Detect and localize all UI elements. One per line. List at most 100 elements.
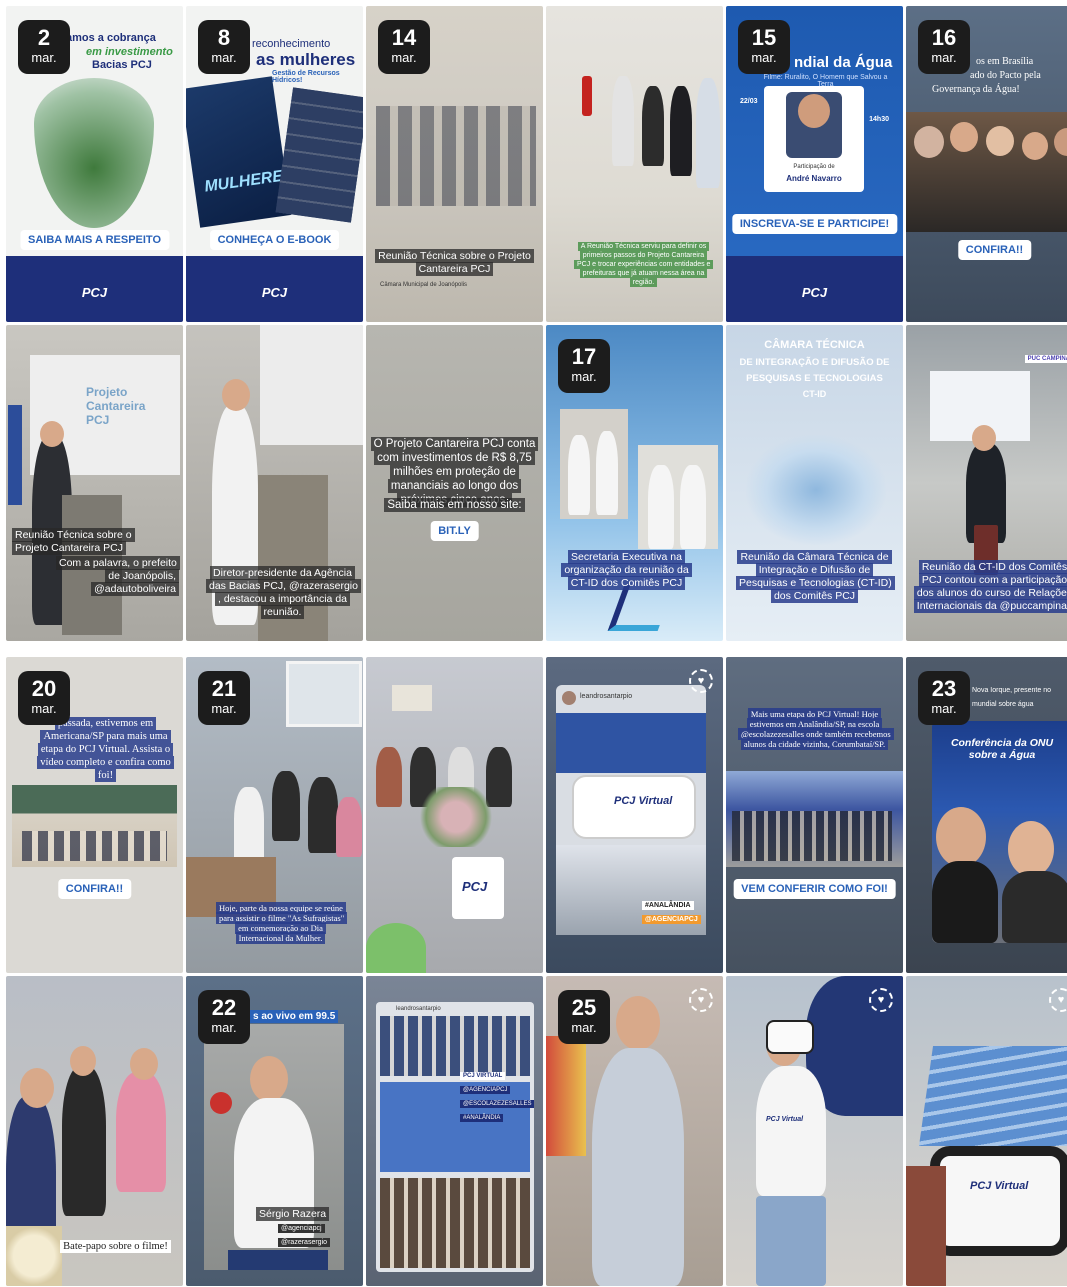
story-subtitle: em investimento	[86, 46, 173, 58]
story-tile-6[interactable]: 16 mar. os em Brasília ado do Pacto pela …	[906, 6, 1067, 322]
confira-button[interactable]: CONFIRA!!	[957, 240, 1032, 260]
bitly-link-button[interactable]: BIT.LY	[430, 521, 479, 541]
mention-tag: @AGENCIAPCJ	[642, 915, 701, 924]
date-badge: 23 mar.	[918, 671, 970, 725]
story-tile-22[interactable]: 25 mar. ♥	[546, 976, 723, 1286]
person-figure	[592, 1048, 684, 1286]
story-caption: passada, estivemos em Americana/SP para …	[34, 717, 177, 782]
story-caption: Reunião da CT-ID dos Comitês PCJ contou …	[912, 560, 1067, 613]
story-tile-8[interactable]: Diretor-presidente da Agência das Bacias…	[186, 325, 363, 641]
hashtag-tag: PCJ VIRTUAL	[460, 1072, 506, 1080]
person-figure	[756, 1066, 826, 1196]
story-tile-7[interactable]: Projeto Cantareira PCJ Reunião Técnica s…	[6, 325, 183, 641]
photo-strip	[380, 1178, 530, 1268]
conheca-ebook-button[interactable]: CONHEÇA O E-BOOK	[209, 230, 340, 250]
fire-extinguisher	[582, 76, 592, 116]
story-tile-13[interactable]: 20 mar. passada, estivemos em Americana/S…	[6, 657, 183, 973]
heart-icon[interactable]: ♥	[689, 988, 713, 1012]
meeting-room-photo	[376, 106, 536, 206]
guest-label: Participação de	[793, 164, 835, 170]
story-tile-17[interactable]: Mais uma etapa do PCJ Virtual! Hoje esti…	[726, 657, 903, 973]
footer-band: PCJ	[186, 256, 363, 322]
photo-frame-2	[638, 445, 718, 549]
date-badge: 16 mar.	[918, 20, 970, 74]
photo-strip	[380, 1082, 530, 1172]
guest-name: André Navarro	[786, 174, 842, 183]
heart-icon[interactable]: ♥	[689, 669, 713, 693]
vem-conferir-button[interactable]: VEM CONFERIR COMO FOI!	[733, 879, 896, 899]
story-tile-16[interactable]: ♥ leandrosantarpio PCJ Virtual #ANALÂNDI…	[546, 657, 723, 973]
pcj-mark	[607, 585, 675, 631]
story-tile-21[interactable]: leandrosantarpio PCJ VIRTUAL @AGENCIAPCJ…	[366, 976, 543, 1286]
stories-grid-top: 2 mar. amos a cobrança em investimento Ba…	[6, 6, 1067, 641]
heart-icon[interactable]: ♥	[1049, 988, 1067, 1012]
date-badge: 20 mar.	[18, 671, 70, 725]
flag	[8, 405, 22, 505]
story-tile-2[interactable]: 8 mar. reconhecimento as mulheres Gestão …	[186, 6, 363, 322]
story-tile-19[interactable]: Bate-papo sobre o filme!	[6, 976, 183, 1286]
water-splash-image	[746, 435, 886, 545]
story-text: O Projeto Cantareira PCJ conta com inves…	[370, 437, 539, 507]
heart-icon[interactable]: ♥	[869, 988, 893, 1012]
person-figure	[670, 86, 692, 176]
ebook-back-cover	[275, 87, 363, 223]
story-tile-15[interactable]: PCJ	[366, 657, 543, 973]
story-tile-4[interactable]: A Reunião Técnica serviu para definir os…	[546, 6, 723, 322]
saiba-mais-button[interactable]: SAIBA MAIS A RESPEITO	[19, 230, 170, 250]
story-tile-23[interactable]: ♥ PCJ Virtual	[726, 976, 903, 1286]
story-tile-10[interactable]: 17 mar. Secretaria Executiva na organizaç…	[546, 325, 723, 641]
person-figure	[612, 76, 634, 166]
group-photo	[726, 771, 903, 867]
story-tile-24[interactable]: ♥ PCJ Virtual	[906, 976, 1067, 1286]
story-title: Nova Iorque, presente no	[972, 687, 1051, 694]
story-tile-18[interactable]: 23 mar. Nova Iorque, presente no mundial …	[906, 657, 1067, 973]
projection-screen	[260, 325, 363, 445]
window-ac-unit	[392, 685, 432, 711]
story-tile-11[interactable]: CÂMARA TÉCNICA DE INTEGRAÇÃO E DIFUSÃO D…	[726, 325, 903, 641]
location-caption: Câmara Municipal de Joanópolis	[380, 282, 468, 288]
story-caption: Mais uma etapa do PCJ Virtual! Hoje esti…	[738, 708, 894, 750]
vr-headset	[766, 1020, 814, 1054]
story-title: amos a cobrança	[66, 32, 156, 44]
story-tile-3[interactable]: 14 mar. Reunião Técnica sobre o Projeto C…	[366, 6, 543, 322]
story-tile-1[interactable]: 2 mar. amos a cobrança em investimento Ba…	[6, 6, 183, 322]
hashtag-tag: #ANALÂNDIA	[642, 901, 694, 910]
mention-tag: @ESCOLAZEZESALLES	[460, 1100, 535, 1108]
story-tile-12[interactable]: PUC CAMPINAS Reunião da CT-ID dos Comitê…	[906, 325, 1067, 641]
pcj-logo: PCJ	[81, 285, 108, 300]
vr-headset: PCJ Virtual	[572, 775, 696, 839]
window	[286, 661, 362, 727]
person-figure	[642, 86, 664, 166]
story-caption: Bate-papo sobre o filme!	[56, 1240, 175, 1253]
story-title: os em Brasília	[976, 56, 1034, 67]
story-caption-2: Com a palavra, o prefeito de Joanópolis,…	[56, 556, 180, 596]
story-tile-9[interactable]: O Projeto Cantareira PCJ conta com inves…	[366, 325, 543, 641]
story-caption: Reunião da Câmara Técnica de Integração …	[736, 550, 895, 603]
story-tile-5[interactable]: 15 mar. ndial da Água Filme: Ruralito, O …	[726, 6, 903, 322]
water-drop-image	[34, 78, 154, 228]
date-badge: 8 mar.	[198, 20, 250, 74]
embedded-post: leandrosantarpio	[376, 1002, 534, 1272]
audience-figure	[336, 797, 362, 857]
confira-button[interactable]: CONFIRA!!	[57, 879, 132, 899]
banner-line-3: PESQUISAS E TECNOLOGIAS	[746, 373, 883, 384]
date-badge: 14 mar.	[378, 20, 430, 74]
photo-strip	[380, 1016, 530, 1076]
photo-frame-1	[560, 409, 628, 519]
mention-tag: @agenciapcj	[278, 1224, 325, 1233]
banner-line-2: DE INTEGRAÇÃO E DIFUSÃO DE	[739, 357, 890, 368]
date-badge: 2 mar.	[18, 20, 70, 74]
avatar	[562, 691, 576, 705]
story-tile-14[interactable]: 21 mar. Hoje, parte da nossa equipe se re…	[186, 657, 363, 973]
audience-figure	[62, 1066, 106, 1216]
footer-band: PCJ	[726, 256, 903, 322]
date-tag: 22/03	[740, 98, 758, 105]
footer-band: PCJ	[6, 256, 183, 322]
brochure-stack	[918, 1046, 1067, 1146]
story-title: ndial da Água	[794, 54, 893, 71]
story-text-2: Saiba mais em nosso site:	[374, 498, 535, 512]
inscreva-se-button[interactable]: INSCREVA-SE E PARTICIPE!	[731, 214, 898, 234]
story-tile-20[interactable]: 22 mar. s ao vivo em 99.5 Sérgio Razera @…	[186, 976, 363, 1286]
mug: PCJ	[452, 857, 504, 919]
brick-floor	[906, 1166, 946, 1286]
